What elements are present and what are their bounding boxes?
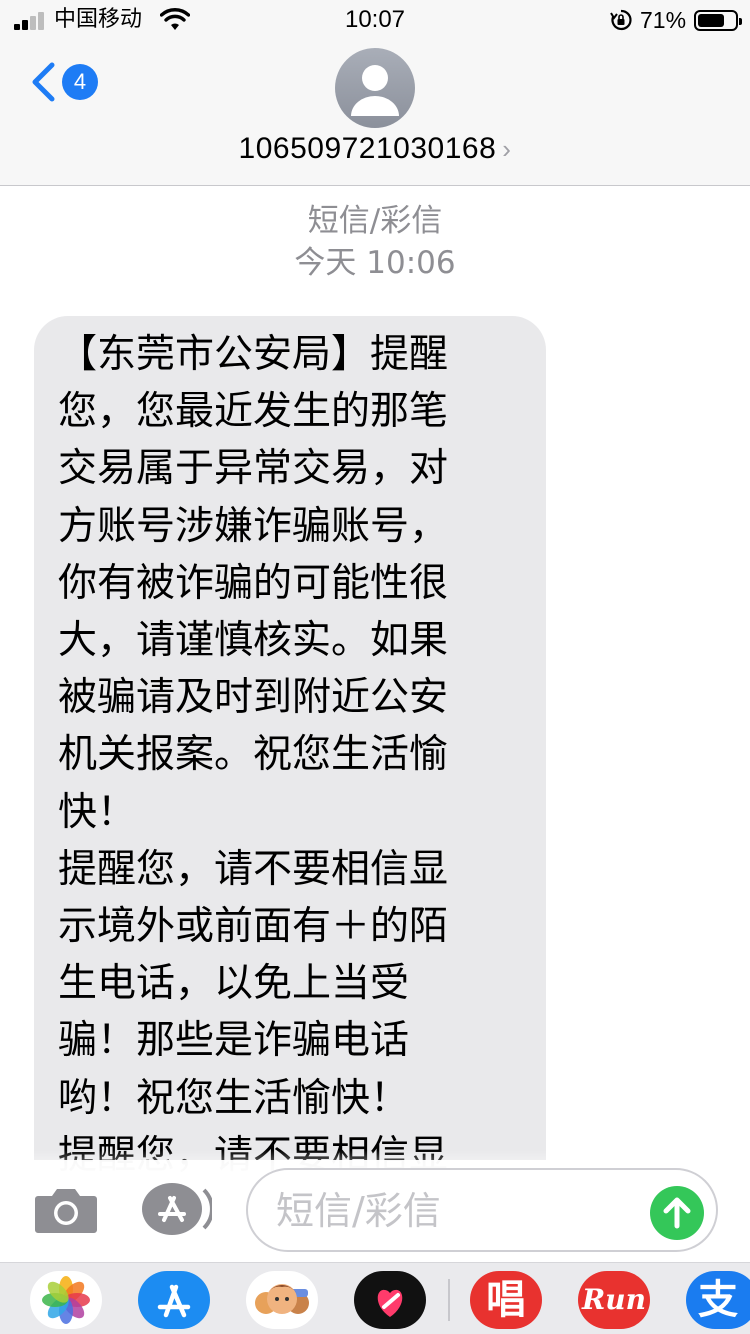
- camera-icon[interactable]: [34, 1184, 98, 1234]
- app-drawer: 唱 Run 支: [0, 1262, 750, 1334]
- back-button[interactable]: 4: [30, 60, 110, 104]
- message-input-placeholder: 短信/彩信: [276, 1189, 441, 1233]
- message-input[interactable]: 短信/彩信: [246, 1168, 718, 1252]
- alipay-app-label: 支: [698, 1277, 738, 1323]
- app-drawer-divider: [448, 1279, 450, 1321]
- heart-app-icon[interactable]: [354, 1271, 426, 1329]
- unread-badge: 4: [62, 64, 98, 100]
- battery-icon: [694, 10, 742, 31]
- run-app-label: Run: [582, 1283, 646, 1316]
- rotation-lock-icon: [610, 9, 632, 31]
- chang-app-label: 唱: [486, 1277, 526, 1323]
- send-button[interactable]: [650, 1186, 704, 1240]
- battery-percent: 71%: [640, 7, 687, 33]
- send-arrow-icon: [663, 1197, 691, 1229]
- status-time: 10:07: [344, 6, 406, 33]
- app-store-app-icon[interactable]: [138, 1271, 210, 1329]
- contact-avatar-icon[interactable]: [335, 48, 415, 128]
- run-app-icon[interactable]: Run: [578, 1271, 650, 1329]
- input-bar: 短信/彩信: [0, 1160, 750, 1260]
- memoji-app-icon[interactable]: [246, 1271, 318, 1329]
- photos-app-icon[interactable]: [30, 1271, 102, 1329]
- sender-chevron-icon: ›: [502, 134, 512, 164]
- conversation-header: 4 106509721030168 ›: [0, 40, 750, 186]
- message-type-label: 短信/彩信: [307, 203, 443, 239]
- message-text: 【东莞市公安局】提醒 您，您最近发生的那笔 交易属于异常交易，对 方账号涉嫌诈骗…: [58, 332, 449, 1178]
- status-bar: 中国移动 10:07 71%: [0, 0, 750, 40]
- app-store-icon[interactable]: [140, 1182, 212, 1236]
- alipay-app-icon[interactable]: 支: [686, 1271, 750, 1329]
- chang-app-icon[interactable]: 唱: [470, 1271, 542, 1329]
- back-chevron-icon: [32, 62, 55, 102]
- message-timestamp: 今天 10:06: [294, 245, 456, 281]
- sender-number-text: 106509721030168: [238, 132, 497, 165]
- message-bubble[interactable]: 【东莞市公安局】提醒 您，您最近发生的那笔 交易属于异常交易，对 方账号涉嫌诈骗…: [34, 316, 546, 1216]
- sender-number[interactable]: 106509721030168 ›: [0, 129, 750, 169]
- battery-level: [698, 14, 724, 27]
